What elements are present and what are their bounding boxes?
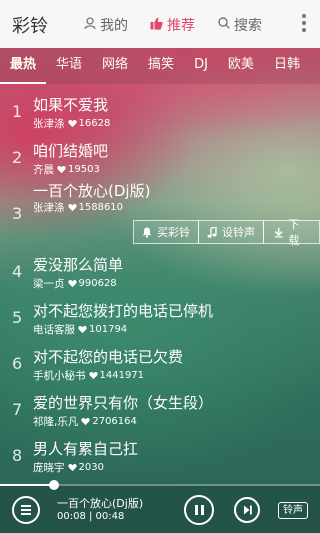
playlist-button[interactable] [12,496,40,524]
song-meta: 祁隆,乐凡 2706164 [33,414,137,429]
list-item[interactable]: 6 对不起您的电话已欠费 手机小秘书 1441971 [0,342,320,388]
heart-icon [67,279,77,288]
progress-fill [0,484,55,486]
song-title: 爱没那么简单 [33,256,124,274]
like-count: 19503 [68,164,100,175]
singer-name: 张津涤 [33,118,65,130]
song-title: 对不起您拨打的电话已停机 [33,302,214,320]
tab-internet[interactable]: 网络 [92,48,138,84]
search-icon [218,17,230,33]
tab-japan-korea[interactable]: 日韩 [264,48,310,84]
person-icon [84,16,96,34]
buy-ringtone-button[interactable]: 买彩铃 [133,220,199,244]
singer-name: 梁一贞 [33,278,65,290]
song-meta: 手机小秘书 1441971 [33,368,144,383]
tab-chinese[interactable]: 华语 [46,48,92,84]
list-item[interactable]: 4 爱没那么简单 梁一贞 990628 [0,250,320,296]
tab-hot[interactable]: 最热 [0,48,47,84]
song-title: 咱们结婚吧 [33,142,109,160]
song-meta: 庞晓宇 2030 [33,460,104,475]
download-label: 下载 [288,218,300,247]
next-track-button[interactable] [234,497,260,523]
song-action-bar: 买彩铃 设铃声 下载 [0,218,320,247]
heart-icon [67,463,77,472]
rank-number: 1 [12,102,23,121]
song-title: 如果不爱我 [33,96,109,114]
rank-number: 8 [12,446,23,465]
song-title: 对不起您的电话已欠费 [33,348,184,366]
category-tabs: 最热 华语 网络 搞笑 DJ 欧美 日韩 [0,48,320,84]
rank-number: 7 [12,400,23,419]
singer-name: 手机小秘书 [33,370,86,382]
heart-icon [88,371,98,380]
nav-search-label: 搜索 [234,18,262,34]
like-count: 101794 [89,324,128,335]
singer-name: 电话客服 [33,324,75,336]
heart-icon [67,119,77,128]
singer-name: 张津涤 [33,202,65,214]
thumb-up-icon [150,17,163,34]
progress-bar[interactable] [0,480,320,490]
song-meta: 张津涤 16628 [33,116,110,131]
like-count: 1588610 [78,202,124,213]
now-playing-time: 00:08 | 00:48 [57,511,125,522]
heart-icon [67,203,77,212]
download-icon [274,227,283,238]
song-title: 男人有累自己扛 [33,440,139,458]
nav-mine-label: 我的 [100,18,128,34]
pause-button[interactable] [184,495,214,525]
top-bar: 彩铃 我的 推荐 搜索 [0,0,320,48]
heart-icon [78,325,87,334]
buy-ringtone-label: 买彩铃 [157,226,190,239]
like-count: 990628 [78,278,117,289]
download-button[interactable]: 下载 [263,218,320,247]
heart-icon [57,165,66,174]
music-note-icon [207,226,217,238]
singer-name: 齐晨 [33,164,54,176]
more-menu-icon[interactable] [302,14,306,34]
set-ringtone-button[interactable]: 设铃声 [198,220,264,244]
nav-recommend-label: 推荐 [167,18,195,34]
like-count: 2706164 [92,416,137,427]
song-meta: 齐晨 19503 [33,162,100,177]
song-title: 一百个放心(Dj版) [33,182,151,200]
list-item[interactable]: 7 爱的世界只有你（女生段） 祁隆,乐凡 2706164 [0,388,320,434]
set-ringtone-label: 设铃声 [222,226,255,239]
nav-recommend[interactable]: 推荐 [150,15,195,35]
tab-western[interactable]: 欧美 [218,48,264,84]
song-meta: 电话客服 101794 [33,322,127,337]
rank-number: 4 [12,262,23,281]
now-playing-title: 一百个放心(Dj版) [57,497,144,510]
list-item[interactable]: 2 咱们结婚吧 齐晨 19503 [0,136,320,182]
like-count: 2030 [78,462,104,473]
tab-funny[interactable]: 搞笑 [138,48,184,84]
next-icon [244,505,252,515]
tab-dj[interactable]: DJ [184,48,218,84]
heart-icon [81,417,90,426]
ringtone-button[interactable]: 铃声 [278,502,308,519]
song-meta: 梁一贞 990628 [33,276,117,291]
nav-mine[interactable]: 我的 [84,15,128,35]
list-item[interactable]: 5 对不起您拨打的电话已停机 电话客服 101794 [0,296,320,342]
like-count: 16628 [78,118,111,129]
song-title: 爱的世界只有你（女生段） [33,394,214,412]
rank-number: 2 [12,148,23,167]
singer-name: 祁隆,乐凡 [33,416,79,428]
bell-icon [142,227,152,238]
song-meta: 张津涤 1588610 [33,200,123,215]
list-item[interactable]: 1 如果不爱我 张津涤 16628 [0,90,320,136]
list-item[interactable]: 8 男人有累自己扛 庞晓宇 2030 [0,434,320,480]
player-bar [0,484,320,533]
rank-number: 5 [12,308,23,327]
nav-search[interactable]: 搜索 [218,15,262,35]
like-count: 1441971 [99,370,145,381]
app-title: 彩铃 [12,16,48,37]
singer-name: 庞晓宇 [33,462,65,474]
rank-number: 6 [12,354,23,373]
